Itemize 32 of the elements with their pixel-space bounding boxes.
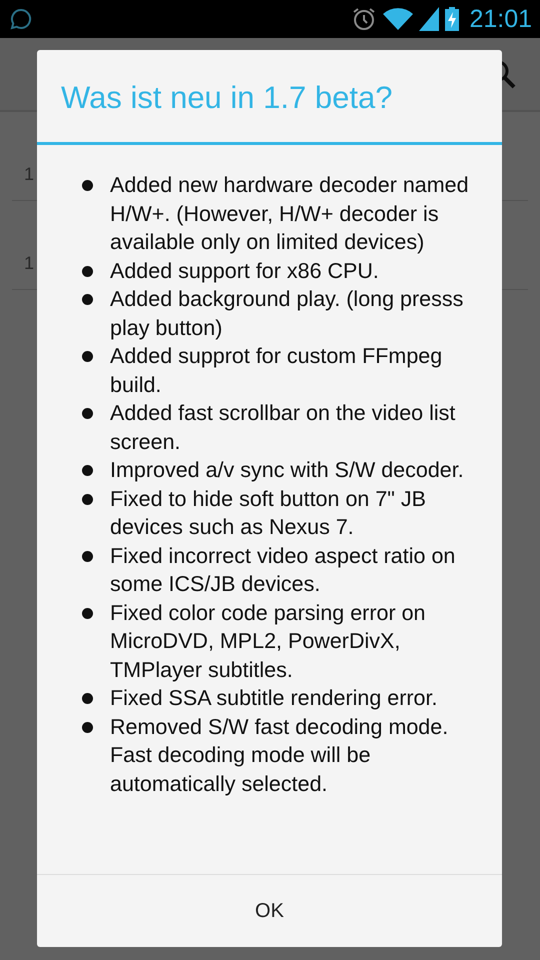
bullet-icon xyxy=(82,266,93,276)
changelog-item: Improved a/v sync with S/W decoder. xyxy=(110,457,464,484)
bullet-icon xyxy=(82,550,93,562)
wifi-icon xyxy=(383,7,414,31)
item-subtitle: 1 xyxy=(24,252,34,274)
changelog-item: Fixed to hide soft button on 7" JB devices such as Nexus 7. xyxy=(110,486,427,541)
bullet-icon xyxy=(82,180,93,191)
changelog-item: Fixed SSA subtitle rendering error. xyxy=(110,685,438,712)
bullet-icon xyxy=(82,465,93,476)
bullet-icon xyxy=(82,722,93,732)
chat-bubble-icon xyxy=(10,8,32,30)
bullet-icon xyxy=(82,294,93,305)
item-subtitle: 1 xyxy=(24,164,34,184)
bullet-icon xyxy=(82,351,93,362)
changelog-item: Added new hardware decoder named H/W+. (However, H/W+ decoder is available only on limited devices) xyxy=(110,172,470,256)
alarm-clock-icon xyxy=(351,6,378,32)
dialog-title: Was ist neu in 1.7 beta? xyxy=(37,50,502,145)
ok-button[interactable]: OK xyxy=(37,875,502,947)
changelog-item: Added support for x86 CPU. xyxy=(110,258,379,284)
bullet-icon xyxy=(82,408,93,419)
clock-time: 21:01 xyxy=(469,4,532,34)
bullet-icon xyxy=(82,693,93,704)
bullet-icon xyxy=(82,494,93,504)
battery-charging-icon xyxy=(445,7,460,31)
changelog-item: Fixed incorrect video aspect ratio on some ICS/JB devices. xyxy=(110,542,456,598)
changelog-item: Added background play. (long presss play button) xyxy=(110,286,464,342)
changelog-item: Fixed color code parsing error on MicroDVD, MPL2, PowerDivX, TMPlayer subtitles. xyxy=(110,600,426,684)
changelog-item: Added supprot for custom FFmpeg build. xyxy=(110,343,444,398)
changelog-item: Removed S/W fast decoding mode. Fast decoding mode will be automatically selected. xyxy=(110,714,450,798)
bullet-icon xyxy=(82,608,93,618)
changelog-item: Added fast scrollbar on the video list screen. xyxy=(110,400,456,456)
signal-icon xyxy=(419,7,440,31)
